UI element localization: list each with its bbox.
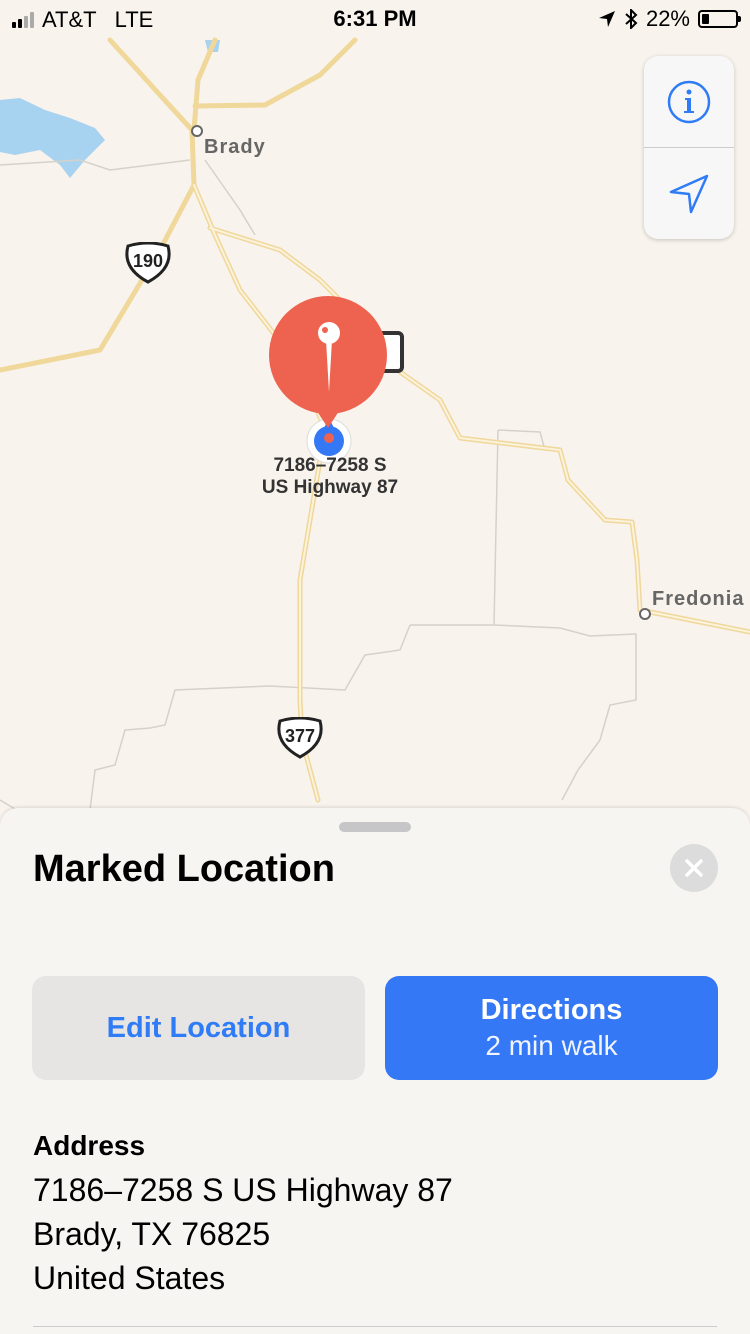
location-arrow-icon [669, 174, 709, 213]
highway-377-label: 377 [284, 726, 316, 746]
place-title: Marked Location [33, 848, 335, 890]
place-card-sheet: Marked Location Edit Location Directions… [0, 808, 750, 1334]
edit-location-button[interactable]: Edit Location [32, 976, 365, 1080]
address-line2: Brady, TX 76825 [33, 1216, 271, 1252]
lake [0, 98, 105, 178]
bluetooth-icon [625, 9, 638, 29]
tracking-button[interactable] [644, 148, 734, 239]
battery-level [702, 14, 709, 24]
map-controls [644, 56, 734, 239]
location-arrow-icon [598, 11, 615, 27]
brady-dot [191, 125, 203, 137]
info-button[interactable] [644, 56, 734, 147]
directions-button[interactable]: Directions 2 min walk [385, 976, 718, 1080]
highway-190-label: 190 [132, 251, 164, 271]
fredonia-dot [639, 608, 651, 620]
address-line1: 7186–7258 S US Highway 87 [33, 1172, 453, 1208]
sheet-grabber[interactable] [339, 822, 411, 832]
map-label-brady[interactable]: Brady [204, 136, 266, 159]
highway-377-shield: 377 [276, 717, 324, 759]
close-icon [685, 859, 703, 877]
close-button[interactable] [670, 844, 718, 892]
pin-label-line2: US Highway 87 [261, 477, 399, 498]
address-heading: Address [33, 1130, 146, 1161]
pin-label: 7186–7258 S US Highway 87 [230, 455, 430, 499]
status-right: 22% [598, 6, 741, 32]
address-line3: United States [33, 1260, 226, 1296]
map-label-fredonia[interactable]: Fredonia [652, 588, 744, 611]
info-icon [667, 80, 711, 123]
directions-eta: 2 min walk [485, 1030, 618, 1061]
battery-percent: 22% [645, 6, 690, 31]
pin-label-line1: 7186–7258 S [273, 455, 387, 476]
map-view[interactable]: Brady Fredonia 190 377 7186–7258 S US Hi… [0, 0, 750, 840]
status-bar: AT&T LTE 6:31 PM 22% [0, 0, 750, 40]
highway-190-shield: 190 [124, 242, 172, 284]
directions-label: Directions [480, 994, 623, 1026]
bottom-divider [33, 1326, 717, 1327]
battery-icon [698, 10, 741, 28]
map-canvas [0, 37, 750, 813]
